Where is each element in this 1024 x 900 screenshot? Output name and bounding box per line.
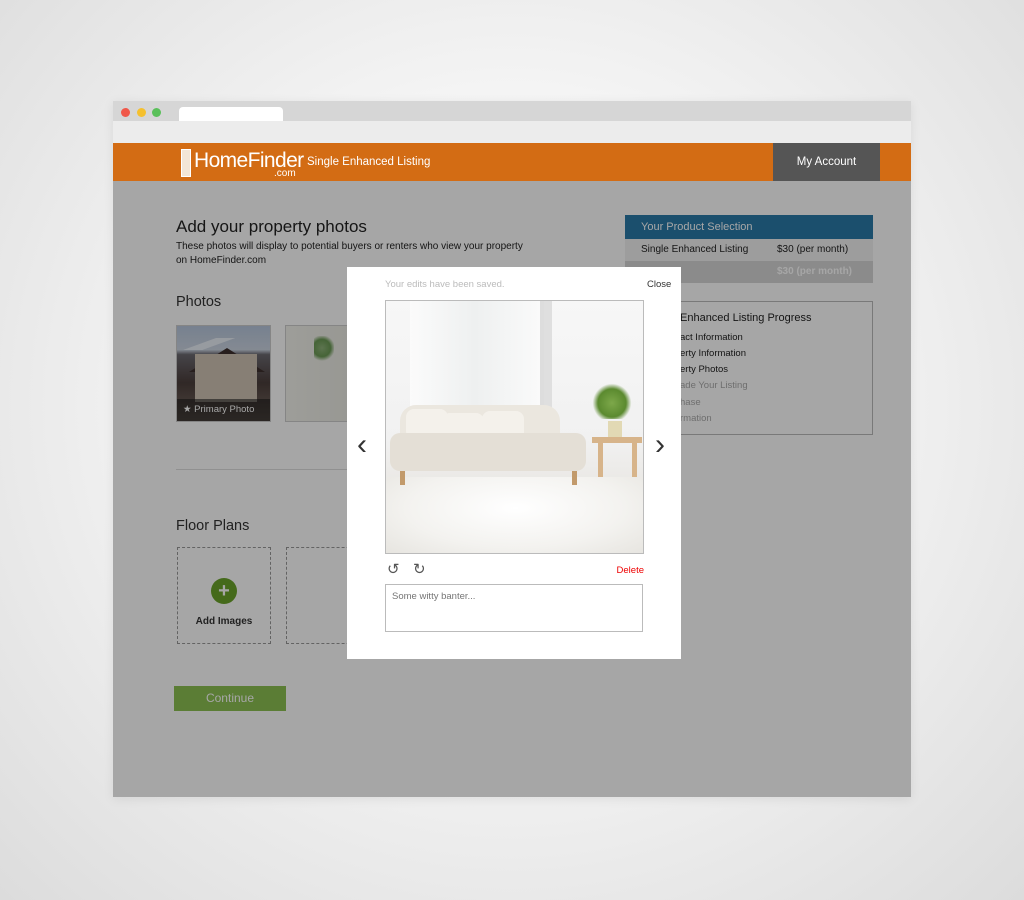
minimize-window-dot[interactable] [137, 108, 146, 117]
chevron-right-icon[interactable]: › [655, 430, 665, 460]
my-account-button[interactable]: My Account [773, 143, 880, 181]
rotate-right-icon[interactable]: ↻ [413, 562, 426, 578]
plant-image [592, 379, 632, 419]
maximize-window-dot[interactable] [152, 108, 161, 117]
page: HomeFinder .com Single Enhanced Listing … [113, 143, 911, 797]
window-image [410, 301, 544, 411]
caption-input[interactable] [385, 584, 643, 632]
homefinder-logo[interactable]: HomeFinder .com [181, 147, 304, 179]
door-icon [181, 149, 191, 177]
photo-edit-modal: Your edits have been saved. Close ‹ › ↺ … [347, 267, 681, 659]
close-window-dot[interactable] [121, 108, 130, 117]
delete-photo-button[interactable]: Delete [617, 565, 644, 576]
browser-titlebar [113, 101, 911, 121]
header-subtitle: Single Enhanced Listing [307, 156, 431, 168]
saved-status: Your edits have been saved. [385, 279, 505, 290]
rug-image [386, 477, 643, 553]
photo-tools: ↺ ↻ Delete [385, 562, 644, 578]
sofa-leg [400, 471, 405, 485]
chevron-left-icon[interactable]: ‹ [357, 430, 367, 460]
logo-subtext: .com [274, 168, 296, 179]
rotate-left-icon[interactable]: ↺ [387, 562, 400, 578]
pot-image [608, 421, 622, 437]
browser-window: HomeFinder .com Single Enhanced Listing … [113, 101, 911, 797]
photo-preview [385, 300, 644, 554]
sofa-leg [572, 471, 577, 485]
close-modal-button[interactable]: Close [647, 279, 671, 290]
sofa-seat-image [390, 433, 586, 471]
browser-tab[interactable] [179, 107, 283, 121]
site-header: HomeFinder .com Single Enhanced Listing … [113, 143, 911, 181]
browser-toolbar [113, 121, 911, 143]
wall-image [544, 301, 552, 421]
main-content: Add your property photos These photos wi… [113, 181, 911, 797]
